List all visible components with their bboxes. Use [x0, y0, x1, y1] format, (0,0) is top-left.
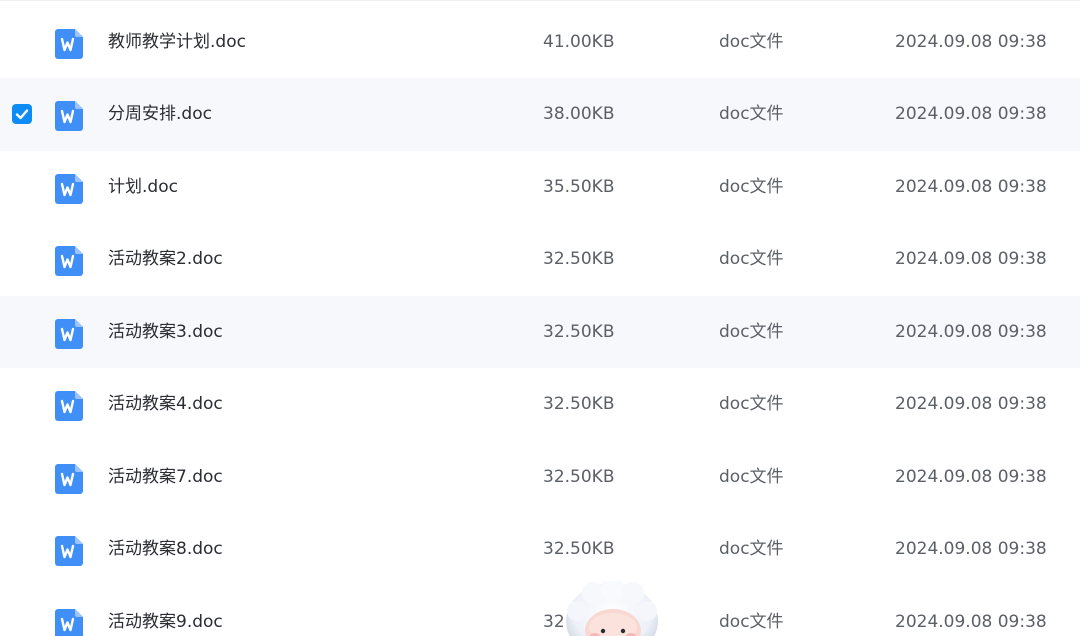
checkmark-icon: [15, 109, 29, 120]
word-doc-icon: [55, 536, 83, 566]
word-doc-icon: [55, 174, 83, 204]
file-row[interactable]: 教师教学计划.doc 41.00KB doc文件 2024.09.08 09:3…: [0, 6, 1080, 79]
word-doc-icon: [55, 101, 83, 131]
file-date: 2024.09.08 09:38: [895, 104, 1047, 124]
row-checkbox[interactable]: [12, 32, 32, 52]
word-doc-icon: [55, 464, 83, 494]
file-row[interactable]: 活动教案8.doc 32.50KB doc文件 2024.09.08 09:38: [0, 513, 1080, 586]
file-type: doc文件: [719, 104, 784, 124]
file-row[interactable]: 活动教案2.doc 32.50KB doc文件 2024.09.08 09:38: [0, 223, 1080, 296]
row-checkbox[interactable]: [12, 249, 32, 269]
row-checkbox[interactable]: [12, 322, 32, 342]
row-checkbox[interactable]: [12, 467, 32, 487]
word-doc-icon: [55, 609, 83, 636]
file-row[interactable]: 计划.doc 35.50KB doc文件 2024.09.08 09:38: [0, 151, 1080, 224]
word-doc-icon: [55, 391, 83, 421]
file-date: 2024.09.08 09:38: [895, 539, 1047, 559]
row-checkbox-checked[interactable]: [12, 104, 32, 124]
file-row[interactable]: 活动教案4.doc 32.50KB doc文件 2024.09.08 09:38: [0, 368, 1080, 441]
file-date: 2024.09.08 09:38: [895, 177, 1047, 197]
file-name[interactable]: 计划.doc: [108, 151, 178, 224]
file-name[interactable]: 活动教案3.doc: [108, 296, 223, 369]
file-name[interactable]: 活动教案4.doc: [108, 368, 223, 441]
file-size: 32.50KB: [543, 539, 615, 559]
row-checkbox[interactable]: [12, 612, 32, 632]
file-name[interactable]: 分周安排.doc: [108, 78, 212, 151]
row-checkbox[interactable]: [12, 177, 32, 197]
row-checkbox[interactable]: [12, 539, 32, 559]
word-doc-icon: [55, 29, 83, 59]
file-type: doc文件: [719, 322, 784, 342]
file-size: 41.00KB: [543, 32, 615, 52]
file-date: 2024.09.08 09:38: [895, 612, 1047, 632]
file-size: 32.50KB: [543, 394, 615, 414]
file-size: 32.50KB: [543, 467, 615, 487]
word-doc-icon: [55, 319, 83, 349]
file-row[interactable]: 活动教案7.doc 32.50KB doc文件 2024.09.08 09:38: [0, 441, 1080, 514]
file-row[interactable]: 活动教案3.doc 32.50KB doc文件 2024.09.08 09:38: [0, 296, 1080, 369]
file-size: 32.50KB: [543, 249, 615, 269]
file-type: doc文件: [719, 467, 784, 487]
file-name[interactable]: 活动教案8.doc: [108, 513, 223, 586]
file-date: 2024.09.08 09:38: [895, 249, 1047, 269]
file-name[interactable]: 教师教学计划.doc: [108, 6, 246, 79]
file-type: doc文件: [719, 394, 784, 414]
file-type: doc文件: [719, 539, 784, 559]
file-date: 2024.09.08 09:38: [895, 394, 1047, 414]
file-size: 35.50KB: [543, 177, 615, 197]
file-type: doc文件: [719, 249, 784, 269]
file-list: 教师教学计划.doc 41.00KB doc文件 2024.09.08 09:3…: [0, 0, 1080, 636]
word-doc-icon: [55, 246, 83, 276]
file-size: 32: [543, 612, 565, 632]
file-date: 2024.09.08 09:38: [895, 467, 1047, 487]
file-type: doc文件: [719, 612, 784, 632]
file-name[interactable]: 活动教案7.doc: [108, 441, 223, 514]
row-checkbox[interactable]: [12, 394, 32, 414]
file-type: doc文件: [719, 177, 784, 197]
file-row[interactable]: 活动教案9.doc 32 doc文件 2024.09.08 09:38: [0, 586, 1080, 636]
file-date: 2024.09.08 09:38: [895, 32, 1047, 52]
file-name[interactable]: 活动教案2.doc: [108, 223, 223, 296]
file-date: 2024.09.08 09:38: [895, 322, 1047, 342]
file-row[interactable]: 分周安排.doc 38.00KB doc文件 2024.09.08 09:38: [0, 78, 1080, 151]
file-name[interactable]: 活动教案9.doc: [108, 586, 223, 636]
file-size: 38.00KB: [543, 104, 615, 124]
file-size: 32.50KB: [543, 322, 615, 342]
mascot-sticker-icon: [563, 581, 661, 636]
file-type: doc文件: [719, 32, 784, 52]
